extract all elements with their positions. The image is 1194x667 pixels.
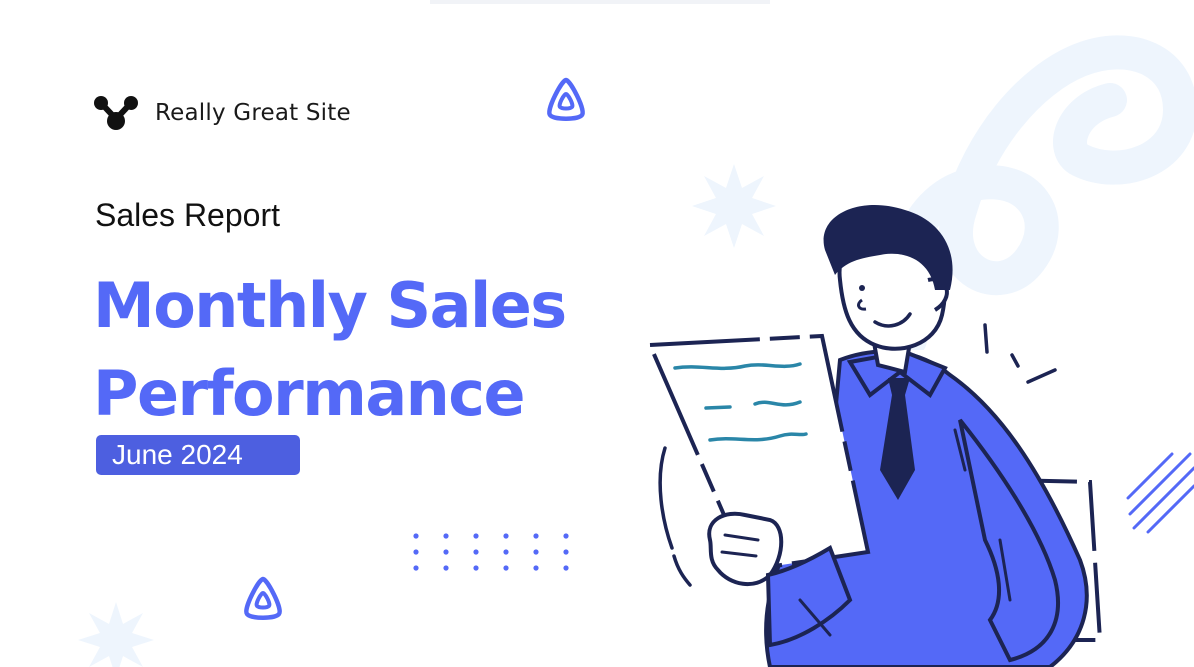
top-edge-decoration: [430, 0, 770, 4]
brand: Really Great Site: [93, 95, 351, 131]
starburst-icon: [78, 602, 154, 667]
dot-grid-icon: [413, 533, 569, 571]
rounded-triangle-icon: [244, 576, 282, 620]
title-line-2: Performance: [93, 357, 526, 430]
rounded-triangle-icon: [547, 77, 585, 121]
eye: [859, 285, 865, 291]
date-badge: June 2024: [96, 435, 300, 475]
slide: Really Great Site Sales Report Monthly S…: [0, 0, 1194, 667]
title-line-1: Monthly Sales: [93, 269, 567, 342]
businessman-reading-document-illustration: [647, 204, 1103, 667]
diagonal-lines-icon: [1126, 452, 1194, 534]
brand-name: Really Great Site: [155, 100, 351, 126]
report-subtitle: Sales Report: [95, 197, 280, 233]
molecule-logo-icon: [94, 96, 138, 130]
page-title: Monthly Sales Performance: [93, 262, 567, 438]
